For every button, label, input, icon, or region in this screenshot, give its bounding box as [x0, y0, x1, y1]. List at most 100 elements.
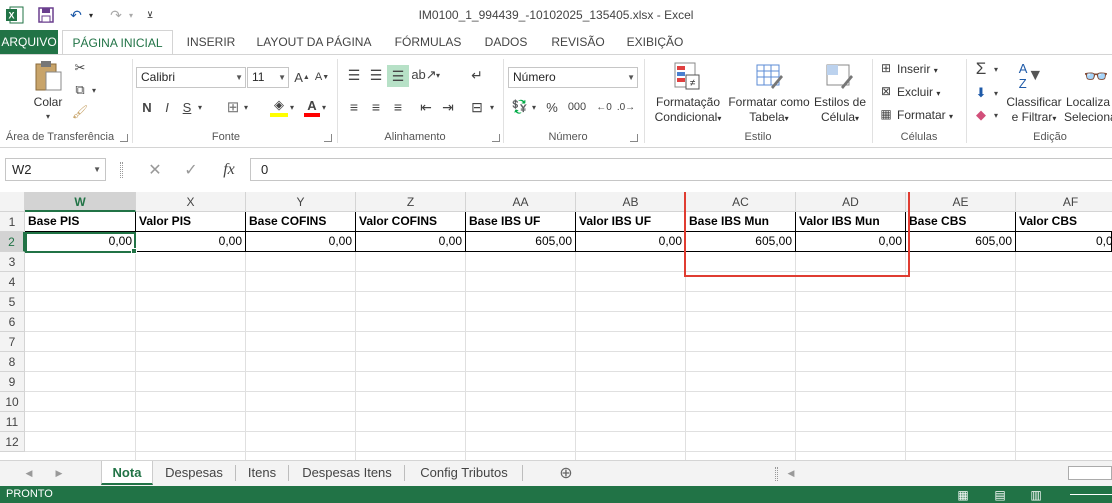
borders-icon[interactable]: ⊞ [224, 97, 242, 117]
row-header-6[interactable]: 6 [0, 312, 25, 332]
font-name-select[interactable]: Calibri ▼ [136, 67, 246, 88]
merge-dropdown-icon[interactable]: ▾ [488, 97, 496, 117]
find-select-label-2[interactable]: Seleciona [1064, 110, 1112, 125]
column-header-aa[interactable]: AA [466, 192, 576, 212]
cell-af2[interactable]: 0,0 [1016, 232, 1112, 252]
scroll-left-icon[interactable]: ◀ [784, 463, 798, 483]
decrease-indent-icon[interactable]: ⇤ [416, 97, 436, 117]
page-break-view-icon[interactable]: ▥ [1028, 487, 1044, 502]
underline-dropdown-icon[interactable]: ▾ [196, 97, 204, 117]
align-left-icon[interactable]: ≡ [344, 97, 364, 117]
format-painter-icon[interactable]: 🖌 [70, 103, 90, 121]
cell-ab2[interactable]: 0,00 [576, 232, 686, 252]
cell-z1[interactable]: Valor COFINS [356, 212, 466, 232]
cell-aa2[interactable]: 605,00 [466, 232, 576, 252]
tab-split-handle[interactable] [775, 467, 778, 481]
format-as-table-label-2[interactable]: Tabela▾ [726, 110, 812, 126]
cell-w1[interactable]: Base PIS [25, 212, 136, 232]
increase-decimal-icon[interactable]: ←0 [594, 97, 614, 117]
sheet-tab-config-tributos[interactable]: Config Tributos [408, 461, 520, 485]
fill-color-dropdown-icon[interactable]: ▾ [288, 97, 296, 117]
tab-formulas[interactable]: FÓRMULAS [388, 30, 468, 54]
decrease-font-icon[interactable]: A ▼ [314, 67, 330, 87]
borders-dropdown-icon[interactable]: ▾ [242, 97, 250, 117]
orientation-icon[interactable]: ab↗ [411, 65, 436, 85]
underline-button[interactable]: S [180, 97, 194, 117]
clear-icon[interactable]: ◆ [972, 105, 990, 125]
currency-format-icon[interactable]: 💱 [510, 97, 530, 117]
cancel-icon[interactable]: ✕ [145, 158, 165, 181]
page-layout-view-icon[interactable]: ▤ [992, 487, 1008, 502]
fill-handle[interactable] [131, 248, 137, 254]
bold-button[interactable]: N [139, 97, 155, 117]
cell-ae1[interactable]: Base CBS [906, 212, 1016, 232]
row-header-1[interactable]: 1 [0, 212, 25, 232]
format-cells-icon[interactable]: ▦ [878, 106, 894, 122]
column-header-ab[interactable]: AB [576, 192, 686, 212]
font-color-dropdown-icon[interactable]: ▾ [320, 97, 328, 117]
binoculars-icon[interactable]: 👓 [1080, 59, 1112, 93]
align-middle-icon[interactable]: ☰ [366, 65, 386, 85]
comma-style-button[interactable]: 000 [564, 97, 590, 117]
row-header-8[interactable]: 8 [0, 352, 25, 372]
decrease-decimal-icon[interactable]: .0→ [616, 97, 636, 117]
new-sheet-icon[interactable]: ⊕ [556, 463, 576, 483]
italic-button[interactable]: I [160, 97, 174, 117]
column-header-ae[interactable]: AE [906, 192, 1016, 212]
tab-dados[interactable]: DADOS [478, 30, 534, 54]
cell-y1[interactable]: Base COFINS [246, 212, 356, 232]
cell-styles-label-1[interactable]: Estilos de [810, 95, 870, 110]
copy-dropdown-icon[interactable]: ▾ [90, 81, 98, 99]
delete-cells-icon[interactable]: ⊠ [878, 83, 894, 99]
tab-arquivo[interactable]: ARQUIVO [0, 30, 58, 54]
clear-dropdown-icon[interactable]: ▾ [992, 105, 1000, 125]
conditional-formatting-label-1[interactable]: Formatação [650, 95, 726, 110]
clipboard-launcher-icon[interactable] [120, 134, 128, 142]
cell-styles-icon[interactable] [824, 59, 854, 93]
sheet-tab-despesas-itens[interactable]: Despesas Itens [292, 461, 402, 485]
align-bottom-icon[interactable]: ☰ [387, 65, 409, 87]
column-header-x[interactable]: X [136, 192, 246, 212]
paste-label[interactable]: Colar [30, 95, 66, 110]
column-header-w[interactable]: W [25, 192, 136, 212]
cut-icon[interactable]: ✂ [70, 59, 90, 77]
increase-indent-icon[interactable]: ⇥ [438, 97, 458, 117]
paste-icon[interactable] [32, 59, 64, 93]
align-right-icon[interactable]: ≡ [388, 97, 408, 117]
sort-filter-label-1[interactable]: Classificar [1004, 95, 1064, 110]
insert-function-button[interactable]: fx [217, 158, 241, 181]
cell-z2[interactable]: 0,00 [356, 232, 466, 252]
number-format-select[interactable]: Número ▼ [508, 67, 638, 88]
cell-y2[interactable]: 0,00 [246, 232, 356, 252]
find-select-label-1[interactable]: Localiza [1066, 95, 1112, 110]
scroll-tabs-right-icon[interactable]: ▶ [52, 463, 66, 483]
currency-dropdown-icon[interactable]: ▾ [530, 97, 538, 117]
conditional-formatting-icon[interactable]: ≠ [672, 59, 702, 93]
align-top-icon[interactable]: ☰ [344, 65, 364, 85]
cell-styles-label-2[interactable]: Célula▾ [810, 110, 870, 126]
tab-revisao[interactable]: REVISÃO [544, 30, 612, 54]
normal-view-icon[interactable]: ▦ [955, 487, 971, 502]
merge-center-icon[interactable]: ⊟ [466, 97, 488, 117]
row-header-3[interactable]: 3 [0, 252, 25, 272]
fill-dropdown-icon[interactable]: ▾ [992, 83, 1000, 103]
row-header-11[interactable]: 11 [0, 412, 25, 432]
horizontal-scrollbar[interactable] [800, 466, 1112, 480]
select-all-button[interactable] [0, 192, 25, 212]
row-header-10[interactable]: 10 [0, 392, 25, 412]
paste-dropdown-icon[interactable]: ▾ [40, 111, 56, 121]
autosum-dropdown-icon[interactable]: ▾ [992, 59, 1000, 79]
worksheet-grid[interactable]: W X Y Z AA AB AC AD AE AF 1 2 3 4 5 6 7 … [0, 192, 1112, 460]
sort-filter-label-2[interactable]: e Filtrar▾ [1004, 110, 1064, 126]
sort-filter-icon[interactable]: A Z ▼ [1014, 59, 1048, 93]
insert-cells-icon[interactable]: ⊞ [878, 60, 894, 76]
zoom-slider[interactable] [1070, 494, 1112, 495]
format-as-table-label-1[interactable]: Formatar como [726, 95, 812, 110]
sheet-tab-nota[interactable]: Nota [101, 461, 153, 485]
format-cells-button[interactable]: Formatar ▾ [897, 107, 963, 125]
fill-icon[interactable]: ⬇ [972, 83, 990, 103]
row-header-9[interactable]: 9 [0, 372, 25, 392]
format-as-table-icon[interactable] [754, 59, 784, 93]
row-header-5[interactable]: 5 [0, 292, 25, 312]
font-launcher-icon[interactable] [324, 134, 332, 142]
